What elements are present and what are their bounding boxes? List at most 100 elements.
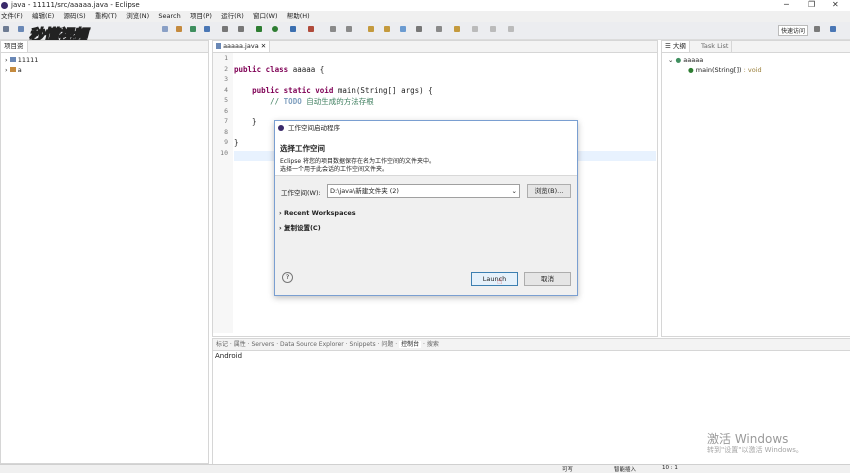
perspective-icon[interactable] [814, 26, 820, 32]
recent-workspaces-toggle[interactable]: › Recent Workspaces [279, 209, 356, 217]
outline-icon: ☰ [665, 42, 673, 50]
toolbar-icon[interactable] [330, 26, 336, 32]
workspace-launcher-dialog: 工作空间启动程序 选择工作空间 Eclipse 将您的项目数据保存在名为工作空间… [274, 120, 578, 296]
menu-navigate[interactable]: 浏览(N) [126, 11, 149, 22]
toolbar-icon[interactable] [238, 26, 244, 32]
code-line: public class aaaaa { [234, 64, 325, 74]
outline-pane: ☰ 大纲 Task List ⌄ ● aaaaa ● main(String[]… [661, 40, 850, 337]
eclipse-icon [1, 2, 8, 9]
activation-watermark-text: 转到"设置"以激活 Windows。 [707, 446, 803, 454]
code-line: public static void main(String[] args) { [252, 85, 433, 95]
window-title: java - 11111/src/aaaaa.java - Eclipse [11, 1, 140, 9]
java-perspective-icon[interactable] [830, 26, 836, 32]
quick-access-field[interactable]: 快速访问 [778, 25, 809, 36]
tab-console[interactable]: 控制台 [399, 341, 422, 348]
toolbar-icon[interactable] [204, 26, 210, 32]
menu-window[interactable]: 窗口(W) [253, 11, 278, 22]
toolbar-icon[interactable] [416, 26, 422, 32]
menu-refactor[interactable]: 重构(T) [95, 11, 117, 22]
launch-button[interactable]: Launch [471, 272, 518, 286]
toolbar-icon[interactable] [162, 26, 168, 32]
run-icon[interactable] [272, 26, 278, 32]
tab-outline[interactable]: ☰ 大纲 [662, 41, 690, 52]
method-icon: ● [688, 66, 694, 74]
toolbar-icon[interactable] [190, 26, 196, 32]
tree-item[interactable]: › a [5, 66, 22, 74]
tab-project-explorer[interactable]: 项目资 [1, 41, 28, 52]
title-bar: java - 11111/src/aaaaa.java - Eclipse ─ … [0, 0, 850, 11]
tab-servers[interactable]: Servers [252, 341, 275, 348]
project-icon [9, 67, 16, 72]
dialog-title: 工作空间启动程序 [288, 124, 340, 132]
menu-search[interactable]: Search [158, 11, 180, 22]
toolbar-icon[interactable] [308, 26, 314, 32]
outline-class-item[interactable]: ⌄ ● aaaaa [668, 56, 703, 64]
line-number: 2 [224, 64, 228, 73]
toolbar-icon[interactable] [384, 26, 390, 32]
tab-problems[interactable]: 问题 [381, 341, 393, 348]
tab-properties[interactable]: 属性 [234, 341, 246, 348]
toolbar-icon[interactable] [346, 26, 352, 32]
line-number: 5 [224, 96, 228, 104]
expand-arrow-icon[interactable]: › [5, 66, 8, 74]
workspace-label: 工作空间(W): [281, 189, 321, 197]
close-icon[interactable]: ✕ [832, 0, 839, 9]
dialog-heading: 选择工作空间 [280, 144, 325, 153]
menu-source[interactable]: 源码(S) [63, 11, 85, 22]
tab-snippets[interactable]: Snippets [350, 341, 376, 348]
toolbar-icon[interactable] [400, 26, 406, 32]
line-number: 8 [224, 127, 228, 136]
line-number: 4 [224, 85, 228, 94]
toolbar-icon[interactable] [454, 26, 460, 32]
menu-bar: 文件(F) 编辑(E) 源码(S) 重构(T) 浏览(N) Search 项目(… [0, 11, 850, 22]
forward-icon[interactable] [490, 26, 496, 32]
browse-button[interactable]: 浏览(B)... [527, 184, 571, 198]
code-line: } [234, 117, 257, 126]
dialog-description: 选择一个用于此会话的工作空间文件夹。 [280, 166, 389, 173]
help-icon[interactable]: ? [282, 272, 293, 283]
save-icon[interactable] [18, 26, 24, 32]
tab-editor-file[interactable]: aaaaa.java ✕ [213, 41, 271, 52]
debug-icon[interactable] [256, 26, 262, 32]
cancel-button[interactable]: 取消 [524, 272, 571, 286]
expand-arrow-icon[interactable]: ⌄ [668, 56, 673, 64]
toolbar-icon[interactable] [436, 26, 442, 32]
tab-task-list[interactable]: Task List [698, 41, 733, 52]
toolbar-icon[interactable] [368, 26, 374, 32]
close-tab-icon[interactable]: ✕ [261, 42, 266, 50]
line-number: 1 [224, 54, 228, 62]
line-number: 7 [224, 117, 228, 125]
line-number: 3 [224, 75, 228, 83]
project-icon [9, 57, 16, 62]
menu-edit[interactable]: 编辑(E) [32, 11, 54, 22]
tree-item[interactable]: › 11111 [5, 56, 38, 64]
workspace-combo[interactable]: D:\java\新建文件夹 (2) ⌄ [327, 184, 520, 198]
expand-arrow-icon[interactable]: › [5, 56, 8, 64]
back-icon[interactable] [472, 26, 478, 32]
expand-arrow-icon: › [279, 209, 282, 217]
maximize-icon[interactable]: ❐ [808, 0, 815, 9]
menu-project[interactable]: 项目(P) [190, 11, 212, 22]
toolbar-icon[interactable] [290, 26, 296, 32]
toolbar-icon[interactable] [222, 26, 228, 32]
copy-settings-toggle[interactable]: › 复制设置(C) [279, 222, 321, 232]
new-icon[interactable] [3, 26, 9, 32]
tab-search[interactable]: 搜索 [427, 341, 439, 348]
tab-markers[interactable]: 标记 [216, 341, 228, 348]
toolbar-icon[interactable] [508, 26, 514, 32]
menu-run[interactable]: 运行(R) [221, 11, 244, 22]
toolbar-icon[interactable] [176, 26, 182, 32]
tab-data-source-explorer[interactable]: Data Source Explorer [280, 341, 344, 348]
chevron-down-icon[interactable]: ⌄ [512, 185, 517, 197]
menu-help[interactable]: 帮助(H) [287, 11, 310, 22]
minimize-icon[interactable]: ─ [784, 0, 789, 9]
line-number: 9 [224, 138, 228, 146]
code-line: } [234, 138, 239, 147]
project-explorer-pane: 项目资 › 11111 › a [0, 40, 209, 464]
status-position: 10 : 1 [662, 465, 678, 471]
eclipse-icon [278, 125, 284, 131]
console-output: Android [215, 352, 243, 360]
menu-file[interactable]: 文件(F) [1, 11, 23, 22]
line-number: 6 [224, 106, 228, 115]
outline-method-item[interactable]: ● main(String[]) : void [688, 66, 762, 74]
